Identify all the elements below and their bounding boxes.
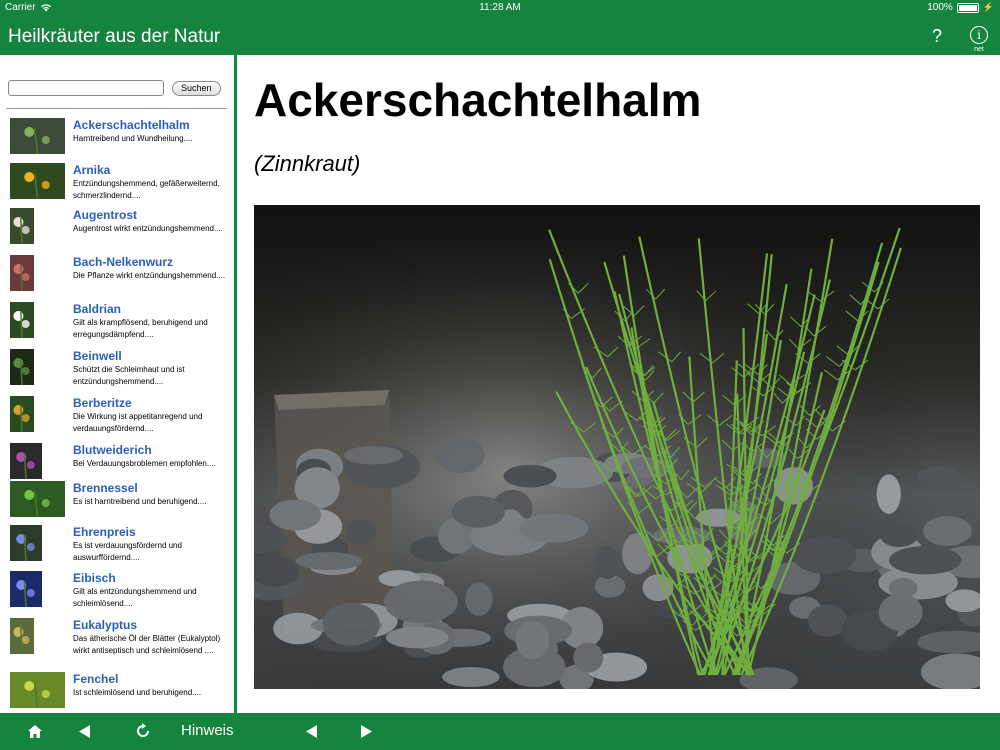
back-arrow-icon[interactable] <box>79 725 91 738</box>
horsetail-thumb <box>10 118 65 154</box>
divider <box>6 108 227 109</box>
list-item[interactable]: Augentrost Augentrost wirkt entzündungshe… <box>10 208 232 244</box>
status-bar: Carrier 11:28 AM 100% ⚡ <box>0 0 1000 16</box>
herb-name-link[interactable]: Fenchel <box>73 672 118 686</box>
eyebright-thumb <box>10 208 34 244</box>
app-title: Heilkräuter aus der Natur <box>8 26 221 47</box>
battery-icon <box>956 2 979 13</box>
home-icon[interactable] <box>28 725 42 738</box>
herb-description: Das ätherische Öl der Blätter (Eukalypto… <box>73 634 221 655</box>
navigation-bar: Heilkräuter aus der Natur ? i net <box>0 16 1000 54</box>
herb-name-link[interactable]: Blutweiderich <box>73 443 152 457</box>
info-label: net <box>974 46 984 53</box>
herb-description: Gilt als krampflösend, beruhigend und er… <box>73 318 208 339</box>
eucalyptus-thumb <box>10 618 34 654</box>
list-item[interactable]: Blutweiderich Bei Verdauungsbroblemen emp… <box>10 443 232 479</box>
herb-name-link[interactable]: Arnika <box>73 163 110 177</box>
herb-description: Gilt als entzündungshemmend und schleiml… <box>73 587 197 608</box>
list-item[interactable]: Ackerschachtelhalm Harntreibend und Wundh… <box>10 118 232 154</box>
charging-icon: ⚡ <box>982 2 994 12</box>
list-item[interactable]: Berberitze Die Wirkung ist appetitanregen… <box>10 396 232 433</box>
herb-name-link[interactable]: Eibisch <box>73 571 116 585</box>
herb-name-link[interactable]: Eukalyptus <box>73 618 137 632</box>
herb-description: Es ist verdauungsfördernd und auswurfför… <box>73 541 182 562</box>
herb-description: Schützt die Schleimhaut und ist entzündu… <box>73 365 185 386</box>
herb-name-link[interactable]: Brennessel <box>73 481 138 495</box>
barberry-thumb <box>10 396 34 432</box>
info-icon: i <box>970 26 988 44</box>
info-button[interactable]: i net <box>968 26 990 53</box>
herb-description: Es ist harntreibend und beruhigend.... <box>73 497 207 506</box>
reload-icon[interactable] <box>135 723 151 739</box>
valerian-thumb <box>10 302 34 338</box>
list-item[interactable]: Eukalyptus Das ätherische Öl der Blätter … <box>10 618 232 655</box>
search-input[interactable] <box>8 80 164 96</box>
herb-subtitle: (Zinnkraut) <box>254 151 361 176</box>
herb-name-link[interactable]: Ackerschachtelhalm <box>73 118 190 132</box>
list-item[interactable]: Arnika Entzündungshemmend, gefäßerweitern… <box>10 163 232 200</box>
herb-name-link[interactable]: Beinwell <box>73 349 122 363</box>
herb-title: Ackerschachtelhalm <box>254 74 702 126</box>
search-button[interactable]: Suchen <box>172 80 221 96</box>
herb-name-link[interactable]: Ehrenpreis <box>73 525 136 539</box>
speedwell-thumb <box>10 525 42 561</box>
comfrey-thumb <box>10 349 34 385</box>
list-item[interactable]: Eibisch Gilt als entzündungshemmend und s… <box>10 571 232 608</box>
list-item[interactable]: Fenchel Ist schleimlösend und beruhigend.… <box>10 672 232 708</box>
nettle-thumb <box>10 481 65 517</box>
prev-arrow-icon[interactable] <box>306 725 318 738</box>
herb-description: Entzündungshemmend, gefäßerweiternd, sch… <box>73 179 220 200</box>
bottom-toolbar: Hinweis <box>0 713 1000 750</box>
battery-percent: 100% <box>927 2 953 13</box>
arnica-thumb <box>10 163 65 199</box>
clock: 11:28 AM <box>479 2 521 13</box>
list-item[interactable]: Ehrenpreis Es ist verdauungsfördernd und … <box>10 525 232 562</box>
search-row: Suchen <box>8 80 221 96</box>
herb-description: Die Pflanze wirkt entzündungshemmend.... <box>73 271 226 280</box>
fennel-thumb <box>10 672 65 708</box>
herb-name-link[interactable]: Berberitze <box>73 396 132 410</box>
herb-description: Die Wirkung ist appetitanregend und verd… <box>73 412 203 433</box>
list-item[interactable]: Brennessel Es ist harntreibend und beruhi… <box>10 481 232 517</box>
herb-name-link[interactable]: Augentrost <box>73 208 137 222</box>
loosestrife-thumb <box>10 443 42 479</box>
help-button[interactable]: ? <box>932 26 942 47</box>
hint-button[interactable]: Hinweis <box>181 722 234 739</box>
herb-photo <box>254 205 980 689</box>
battery-area: 100% ⚡ <box>927 2 994 13</box>
water-avens-thumb <box>10 255 34 291</box>
herb-list-sidebar: Suchen Ackerschachtelhalm Harntreibend un… <box>0 55 234 713</box>
marshmallow-thumb <box>10 571 42 607</box>
list-item[interactable]: Bach-Nelkenwurz Die Pflanze wirkt entzünd… <box>10 255 232 291</box>
detail-panel: Ackerschachtelhalm (Zinnkraut) <box>237 55 1000 713</box>
herb-name-link[interactable]: Bach-Nelkenwurz <box>73 255 173 269</box>
herb-description: Augentrost wirkt entzündungshemmend.... <box>73 224 223 233</box>
herb-description: Harntreibend und Wundheilung.... <box>73 134 193 143</box>
list-item[interactable]: Beinwell Schützt die Schleimhaut und ist … <box>10 349 232 386</box>
next-arrow-icon[interactable] <box>360 725 372 738</box>
herb-description: Bei Verdauungsbroblemen empfohlen.... <box>73 459 216 468</box>
herb-description: Ist schleimlösend und beruhigend.... <box>73 688 202 697</box>
list-item[interactable]: Baldrian Gilt als krampflösend, beruhigen… <box>10 302 232 339</box>
herb-name-link[interactable]: Baldrian <box>73 302 121 316</box>
